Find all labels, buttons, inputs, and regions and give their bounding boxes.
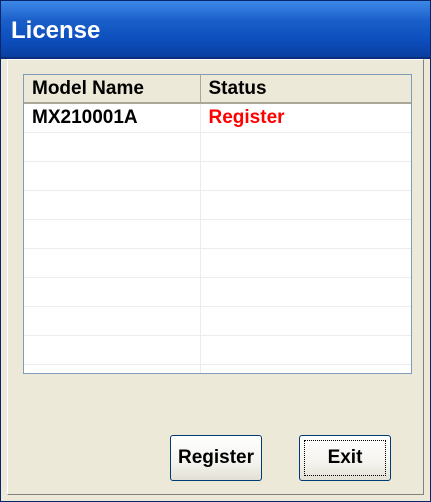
status-cell (200, 190, 411, 220)
table-row[interactable] (24, 190, 411, 220)
license-table: Model Name Status MX210001A Register (23, 74, 412, 374)
status-cell (200, 161, 411, 191)
status-cell (200, 219, 411, 249)
register-button-label: Register (177, 447, 255, 468)
model-name-cell (24, 364, 201, 373)
table-row[interactable]: MX210001A Register (24, 103, 411, 133)
column-header-status[interactable]: Status (200, 75, 411, 104)
model-name-cell (24, 219, 201, 249)
window-title: License (11, 17, 101, 44)
model-name-cell (24, 277, 201, 307)
table-row[interactable] (24, 277, 411, 307)
status-cell (200, 364, 411, 373)
title-bar[interactable]: License (1, 1, 430, 59)
table-row[interactable] (24, 219, 411, 249)
model-name-cell (24, 190, 201, 220)
model-name-cell (24, 132, 201, 162)
model-name-cell (24, 335, 201, 365)
table-row[interactable] (24, 364, 411, 373)
table-row[interactable] (24, 306, 411, 336)
model-name-cell (24, 248, 201, 278)
model-name-cell: MX210001A (24, 103, 201, 133)
exit-button-label: Exit (327, 447, 363, 468)
status-cell (200, 132, 411, 162)
model-name-cell (24, 161, 201, 191)
table-row[interactable] (24, 161, 411, 191)
status-cell (200, 248, 411, 278)
status-cell (200, 335, 411, 365)
status-cell (200, 306, 411, 336)
dialog-body: Model Name Status MX210001A Register Reg… (7, 59, 424, 495)
register-button[interactable]: Register (170, 435, 262, 481)
column-header-model-name[interactable]: Model Name (24, 75, 201, 104)
license-dialog: License Model Name Status MX210001A Regi… (0, 0, 431, 502)
status-cell: Register (200, 103, 411, 133)
exit-button[interactable]: Exit (299, 435, 391, 481)
table-row[interactable] (24, 132, 411, 162)
table-row[interactable] (24, 335, 411, 365)
status-cell (200, 277, 411, 307)
table-row[interactable] (24, 248, 411, 278)
table-header-row: Model Name Status (24, 75, 411, 104)
model-name-cell (24, 306, 201, 336)
